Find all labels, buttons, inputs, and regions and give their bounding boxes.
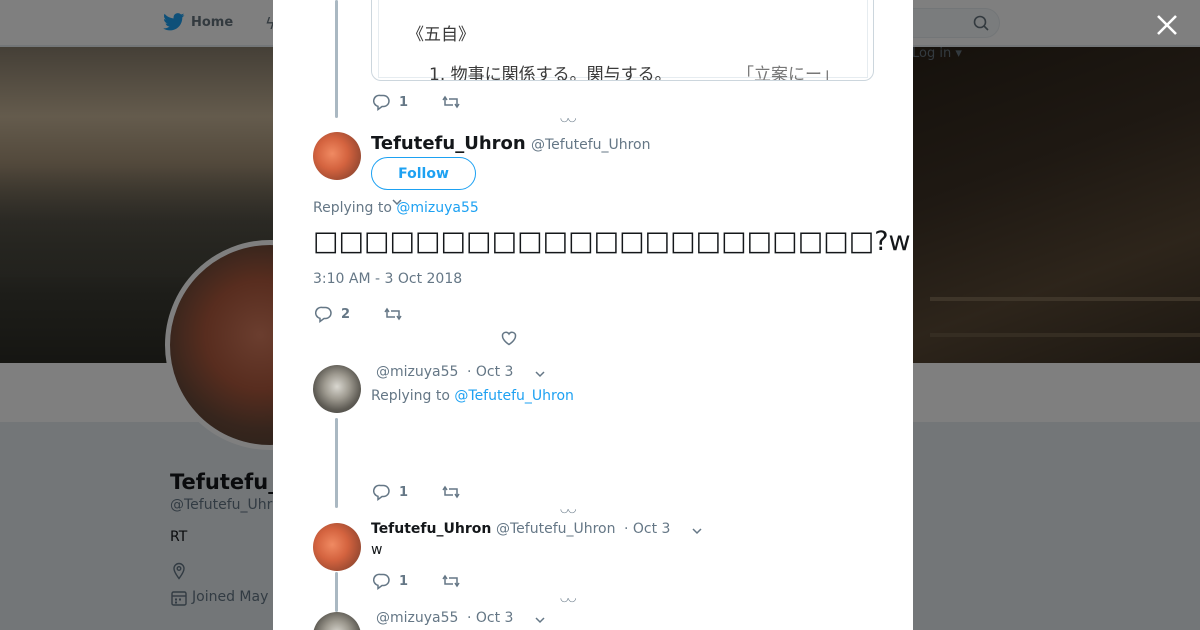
tweet-timestamp[interactable]: 3:10 AM - 3 Oct 2018 — [313, 271, 462, 287]
thread-line — [335, 572, 338, 612]
replying-handle-link[interactable]: @Tefutefu_Uhron — [454, 388, 574, 404]
reply-icon — [373, 94, 390, 111]
more-dots-icon[interactable]: ◡◡ — [560, 593, 576, 604]
card-example: 「立案にー」 — [737, 65, 839, 81]
chevron-down-icon[interactable] — [534, 368, 546, 380]
retweet-button[interactable] — [442, 483, 460, 501]
tweet-text: □□□□□□□□□□□□□□□□□□□□□□?w — [313, 226, 911, 257]
replying-to: Replying to @Tefutefu_Uhron — [371, 388, 574, 404]
reply-count: 1 — [399, 484, 409, 500]
replying-prefix: Replying to — [313, 200, 392, 216]
reply-date[interactable]: · Oct 3 — [467, 364, 513, 380]
reply-icon — [315, 306, 332, 323]
replying-handle-link[interactable]: @mizuya55 — [396, 200, 478, 216]
tweet-actions: 2 — [315, 305, 402, 323]
retweet-button[interactable] — [384, 305, 402, 323]
more-dots-icon[interactable]: ◡◡ — [560, 113, 576, 124]
avatar[interactable] — [313, 365, 361, 413]
embedded-card-inner: 《五自》 1. 物事に関係する。関与する。 「立案にー」 — [378, 0, 868, 81]
chevron-down-icon[interactable] — [534, 614, 546, 626]
thread-line — [335, 418, 338, 508]
reply-author-handle[interactable]: @mizuya55 — [376, 610, 458, 626]
follow-button[interactable]: Follow — [371, 157, 476, 190]
reply-date[interactable]: · Oct 3 — [467, 610, 513, 626]
retweet-button[interactable] — [442, 93, 460, 111]
embedded-card[interactable]: 《五自》 1. 物事に関係する。関与する。 「立案にー」 — [371, 0, 874, 81]
close-icon — [1157, 15, 1177, 35]
tweet-author-handle[interactable]: @Tefutefu_Uhron — [531, 137, 651, 153]
reply-count: 1 — [399, 573, 409, 589]
reply-count: 1 — [399, 94, 409, 110]
retweet-icon — [442, 574, 460, 588]
reply-icon — [373, 573, 390, 590]
reply-button[interactable]: 1 — [373, 483, 408, 501]
retweet-button[interactable] — [442, 572, 460, 590]
reply-icon — [373, 484, 390, 501]
reply-text: w — [371, 542, 383, 558]
close-modal-button[interactable] — [1154, 12, 1180, 38]
retweet-icon — [442, 485, 460, 499]
reply-author-name[interactable]: Tefutefu_Uhron — [371, 521, 491, 537]
tweet-actions: 1 — [373, 483, 460, 501]
avatar[interactable] — [313, 523, 361, 571]
reply-button[interactable]: 2 — [315, 305, 350, 323]
replying-to: Replying to @mizuya55 — [313, 200, 479, 216]
like-icon[interactable] — [500, 329, 518, 347]
reply-button[interactable]: 1 — [373, 93, 408, 111]
reply-button[interactable]: 1 — [373, 572, 408, 590]
card-title: 《五自》 — [407, 25, 475, 45]
chevron-down-icon[interactable] — [691, 525, 703, 537]
avatar[interactable] — [313, 612, 361, 630]
tweet-author-name[interactable]: Tefutefu_Uhron — [371, 133, 526, 154]
reply-author-handle[interactable]: @mizuya55 — [376, 364, 458, 380]
reply-count: 2 — [341, 306, 351, 322]
reply-author-handle[interactable]: @Tefutefu_Uhron — [496, 521, 616, 537]
tweet-actions: 1 — [373, 93, 460, 111]
reply-date[interactable]: · Oct 3 — [624, 521, 670, 537]
tweet-actions: 1 — [373, 572, 460, 590]
replying-prefix: Replying to — [371, 388, 450, 404]
avatar[interactable] — [313, 132, 361, 180]
more-dots-icon[interactable]: ◡◡ — [560, 504, 576, 515]
thread-line — [335, 0, 338, 118]
card-definition: 1. 物事に関係する。関与する。 — [429, 65, 672, 81]
retweet-icon — [384, 307, 402, 321]
retweet-icon — [442, 95, 460, 109]
tweet-modal: 《五自》 1. 物事に関係する。関与する。 「立案にー」 1 ◡◡ Tefute… — [273, 0, 913, 630]
